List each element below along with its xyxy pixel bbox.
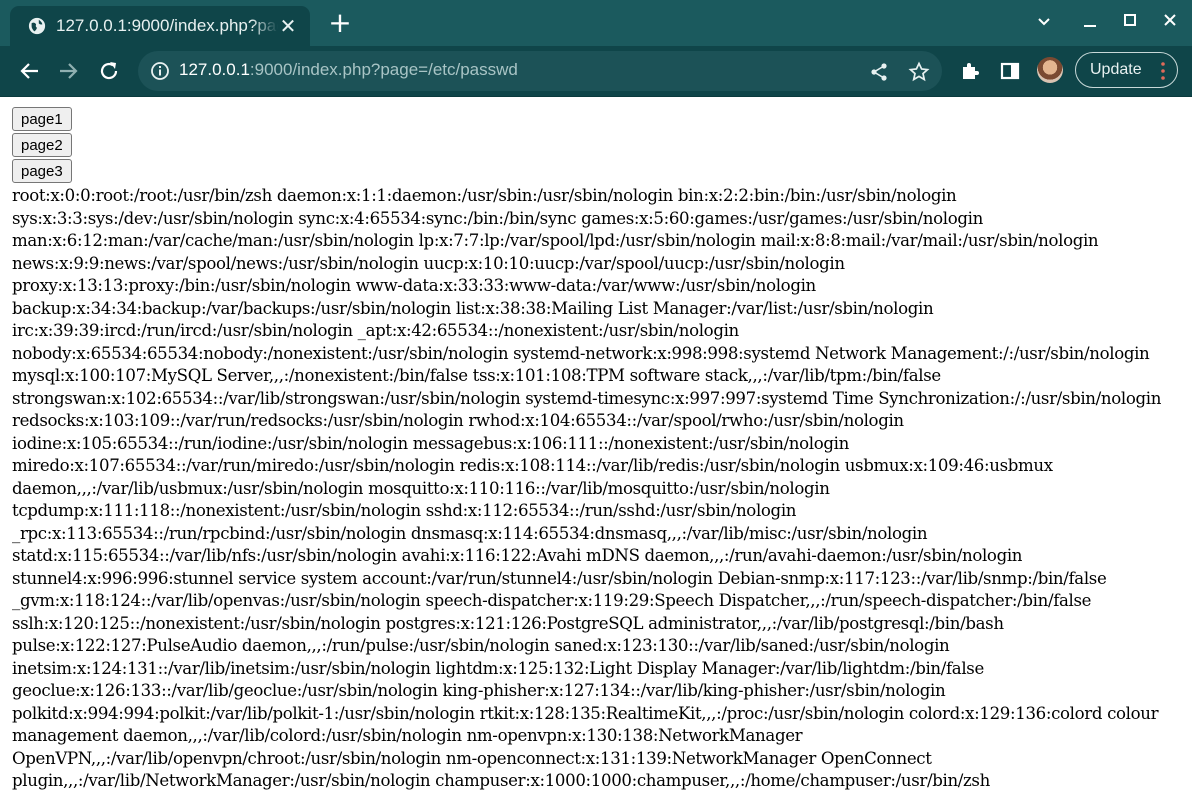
- tab-strip: 127.0.0.1:9000/index.php?page=/etc/passw…: [0, 0, 1192, 46]
- page2-button[interactable]: page2: [12, 133, 72, 157]
- close-icon[interactable]: ✕: [278, 16, 298, 36]
- maximize-icon[interactable]: [1116, 10, 1144, 34]
- passwd-line: stunnel4:x:996:996:stunnel service syste…: [12, 568, 1107, 588]
- passwd-line: polkitd:x:994:994:polkit:/var/lib/polkit…: [12, 703, 1159, 723]
- chevron-down-icon[interactable]: [1030, 10, 1058, 34]
- url-path: :9000/index.php?page=/etc/passwd: [249, 60, 518, 79]
- update-button[interactable]: Update: [1075, 52, 1178, 88]
- passwd-line: irc:x:39:39:ircd:/run/ircd:/usr/sbin/nol…: [12, 321, 739, 340]
- passwd-line: nobody:x:65534:65534:nobody:/nonexistent…: [12, 343, 1150, 363]
- passwd-line: _rpc:x:113:65534::/run/rpcbind:/usr/sbin…: [12, 523, 928, 543]
- url-text[interactable]: 127.0.0.1:9000/index.php?page=/etc/passw…: [179, 60, 518, 80]
- page-content: page1 page2 page3 root:x:0:0:root:/root:…: [0, 97, 1192, 793]
- passwd-line: news:x:9:9:news:/var/spool/news:/usr/sbi…: [12, 253, 845, 273]
- page3-button[interactable]: page3: [12, 159, 72, 183]
- passwd-line: mysql:x:100:107:MySQL Server,,,:/nonexis…: [12, 366, 941, 385]
- plus-icon[interactable]: +: [328, 9, 352, 37]
- passwd-line: plugin,,,:/var/lib/NetworkManager:/usr/s…: [12, 771, 990, 790]
- minimize-icon[interactable]: [1076, 10, 1104, 34]
- passwd-line: backup:x:34:34:backup:/var/backups:/usr/…: [12, 298, 934, 318]
- passwd-line: inetsim:x:124:131::/var/lib/inetsim:/usr…: [12, 658, 984, 678]
- globe-icon: [28, 17, 46, 35]
- share-icon[interactable]: [868, 61, 890, 83]
- url-host: 127.0.0.1: [179, 60, 250, 79]
- passwd-line: geoclue:x:126:133::/var/lib/geoclue:/usr…: [12, 681, 946, 700]
- passwd-line: iodine:x:105:65534::/run/iodine:/usr/sbi…: [12, 433, 849, 453]
- active-tab[interactable]: 127.0.0.1:9000/index.php?page=/etc/passw…: [10, 6, 310, 46]
- passwd-line: tcpdump:x:111:118::/nonexistent:/usr/sbi…: [12, 501, 797, 520]
- tab-title: 127.0.0.1:9000/index.php?page=/etc/passw…: [56, 16, 278, 35]
- passwd-line: man:x:6:12:man:/var/cache/man:/usr/sbin/…: [12, 231, 1099, 250]
- sidepanel-icon[interactable]: [998, 59, 1022, 83]
- passwd-output: root:x:0:0:root:/root:/usr/bin/zsh daemo…: [12, 185, 1178, 793]
- passwd-line: management daemon,,,:/var/lib/colord:/us…: [12, 726, 803, 745]
- star-icon[interactable]: [908, 61, 930, 83]
- passwd-line: OpenVPN,,,:/var/lib/openvpn/chroot:/usr/…: [12, 748, 932, 768]
- menu-dots-icon[interactable]: [1161, 62, 1165, 80]
- puzzle-icon[interactable]: [958, 59, 982, 83]
- address-bar[interactable]: 127.0.0.1:9000/index.php?page=/etc/passw…: [138, 51, 942, 91]
- passwd-line: daemon,,,:/var/lib/usbmux:/usr/sbin/nolo…: [12, 478, 830, 498]
- back-arrow-icon[interactable]: [18, 59, 42, 83]
- close-window-icon[interactable]: [1156, 10, 1184, 34]
- avatar[interactable]: [1037, 57, 1063, 83]
- passwd-line: strongswan:x:102:65534::/var/lib/strongs…: [12, 388, 1162, 408]
- info-icon[interactable]: [150, 61, 170, 81]
- passwd-line: redsocks:x:103:109::/var/run/redsocks:/u…: [12, 411, 904, 430]
- passwd-line: root:x:0:0:root:/root:/usr/bin/zsh daemo…: [12, 186, 957, 205]
- page1-button[interactable]: page1: [12, 107, 72, 131]
- passwd-line: _gvm:x:118:124::/var/lib/openvas:/usr/sb…: [12, 591, 1092, 610]
- passwd-line: proxy:x:13:13:proxy:/bin:/usr/sbin/nolog…: [12, 276, 816, 295]
- passwd-line: sys:x:3:3:sys:/dev:/usr/sbin/nologin syn…: [12, 208, 983, 228]
- update-label: Update: [1090, 61, 1142, 78]
- forward-arrow-icon[interactable]: [56, 59, 80, 83]
- reload-icon[interactable]: [97, 59, 121, 83]
- passwd-line: pulse:x:122:127:PulseAudio daemon,,,:/ru…: [12, 636, 950, 655]
- passwd-line: sslh:x:120:125::/nonexistent:/usr/sbin/n…: [12, 613, 1004, 633]
- passwd-line: statd:x:115:65534::/var/lib/nfs:/usr/sbi…: [12, 546, 1023, 565]
- toolbar: 127.0.0.1:9000/index.php?page=/etc/passw…: [0, 46, 1192, 96]
- passwd-line: miredo:x:107:65534::/var/run/miredo:/usr…: [12, 456, 1053, 475]
